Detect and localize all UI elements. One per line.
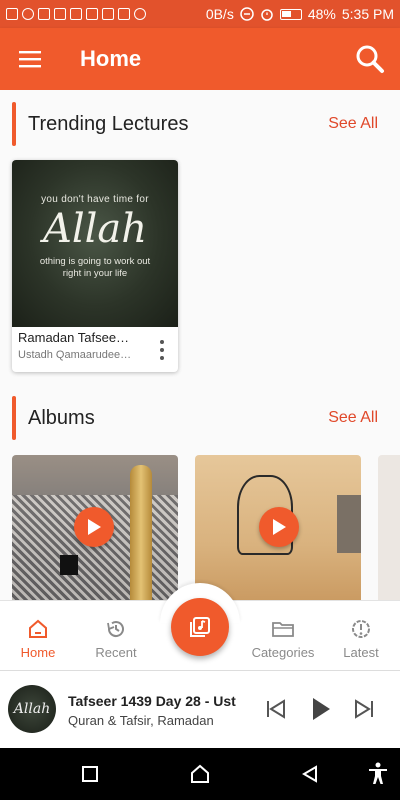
app-bar: Home <box>0 28 400 90</box>
player-track-subtitle: Quran & Tafsir, Ramadan <box>68 713 214 728</box>
player-artwork: Allah <box>8 685 56 733</box>
thumbnail-text: you don't have time for <box>41 194 149 205</box>
notification-icons <box>6 8 146 20</box>
history-icon <box>107 621 124 638</box>
nav-latest[interactable]: Latest <box>321 617 400 660</box>
album-image <box>337 495 361 553</box>
lecture-speaker: Ustadh Qamaarudee… <box>18 349 132 361</box>
mini-player[interactable]: Allah Tafseer 1439 Day 28 - Ust Quran & … <box>0 670 400 748</box>
lecture-thumbnail: you don't have time for Allah othing is … <box>12 160 178 327</box>
recents-button[interactable] <box>78 762 102 786</box>
folder-icon <box>272 622 294 637</box>
search-icon <box>356 45 384 73</box>
image-icon <box>118 8 130 20</box>
search-button[interactable] <box>340 28 400 90</box>
previous-button[interactable] <box>262 695 290 723</box>
play-button[interactable] <box>306 695 334 723</box>
play-icon <box>88 519 101 535</box>
more-options-icon[interactable] <box>158 340 166 360</box>
nav-recent[interactable]: Recent <box>76 617 156 660</box>
home-icon <box>29 619 47 638</box>
albums-section-header: Albums See All <box>12 396 400 440</box>
square-icon <box>82 766 98 782</box>
shirt-icon <box>70 8 82 20</box>
hamburger-icon <box>19 51 41 68</box>
album-card[interactable] <box>378 455 400 600</box>
album-card[interactable] <box>12 455 178 600</box>
section-accent-bar <box>12 102 16 146</box>
lecture-title: Ramadan Tafsee… <box>18 330 130 345</box>
nav-categories[interactable]: Categories <box>243 617 323 660</box>
gmail-icon <box>86 8 98 20</box>
section-title: Albums <box>28 406 95 429</box>
accessibility-icon <box>369 762 387 784</box>
accessibility-button[interactable] <box>366 762 390 786</box>
back-button[interactable] <box>298 762 322 786</box>
section-accent-bar <box>12 396 16 440</box>
home-outline-icon <box>191 764 209 783</box>
next-button[interactable] <box>350 695 378 723</box>
upload-icon <box>38 8 50 20</box>
sync-icon <box>102 8 114 20</box>
system-navigation-bar <box>0 748 400 800</box>
album-image <box>130 465 152 600</box>
player-track-title: Tafseer 1439 Day 28 - Ust <box>68 693 236 709</box>
lecture-card[interactable]: you don't have time for Allah othing is … <box>12 160 178 372</box>
alarm-icon <box>261 9 273 21</box>
alert-icon <box>352 620 370 638</box>
trending-see-all-link[interactable]: See All <box>328 115 378 133</box>
page-title: Home <box>80 46 142 71</box>
nav-home[interactable]: Home <box>0 617 78 660</box>
play-button[interactable] <box>74 507 114 547</box>
bottom-navigation: Home Recent Categories Latest <box>0 583 400 670</box>
status-bar: 0B/s 48% 5:35 PM <box>0 0 400 28</box>
whatsapp-icon <box>22 8 34 20</box>
gmail-icon <box>54 8 66 20</box>
back-triangle-icon <box>302 765 317 783</box>
nav-label: Recent <box>95 645 137 660</box>
skip-next-icon <box>355 699 373 719</box>
section-title: Trending Lectures <box>28 112 189 135</box>
skip-previous-icon <box>267 699 285 719</box>
battery-level: 48% <box>307 6 336 22</box>
play-button[interactable] <box>259 507 299 547</box>
photo-icon <box>6 8 18 20</box>
thumbnail-text: Allah <box>42 206 148 252</box>
play-icon <box>273 519 286 535</box>
album-card[interactable] <box>195 455 361 600</box>
nav-label: Latest <box>343 645 379 660</box>
cloud-icon <box>134 8 146 20</box>
minus-circle-icon <box>240 7 254 21</box>
home-button[interactable] <box>188 762 212 786</box>
thumbnail-text: right in your life <box>62 268 128 279</box>
music-library-button[interactable] <box>171 598 229 656</box>
album-image <box>60 555 78 575</box>
trending-section-header: Trending Lectures See All <box>12 102 400 146</box>
clock: 5:35 PM <box>341 6 394 22</box>
nav-label: Home <box>20 645 56 660</box>
nav-label: Categories <box>251 645 315 660</box>
battery-icon <box>279 8 302 20</box>
menu-button[interactable] <box>0 28 60 90</box>
play-icon <box>313 698 330 720</box>
albums-see-all-link[interactable]: See All <box>328 409 378 427</box>
music-library-icon <box>190 617 210 637</box>
network-speed: 0B/s <box>205 6 234 22</box>
home-content[interactable]: Trending Lectures See All you don't have… <box>0 90 400 600</box>
thumbnail-text: othing is going to work out <box>39 256 151 267</box>
